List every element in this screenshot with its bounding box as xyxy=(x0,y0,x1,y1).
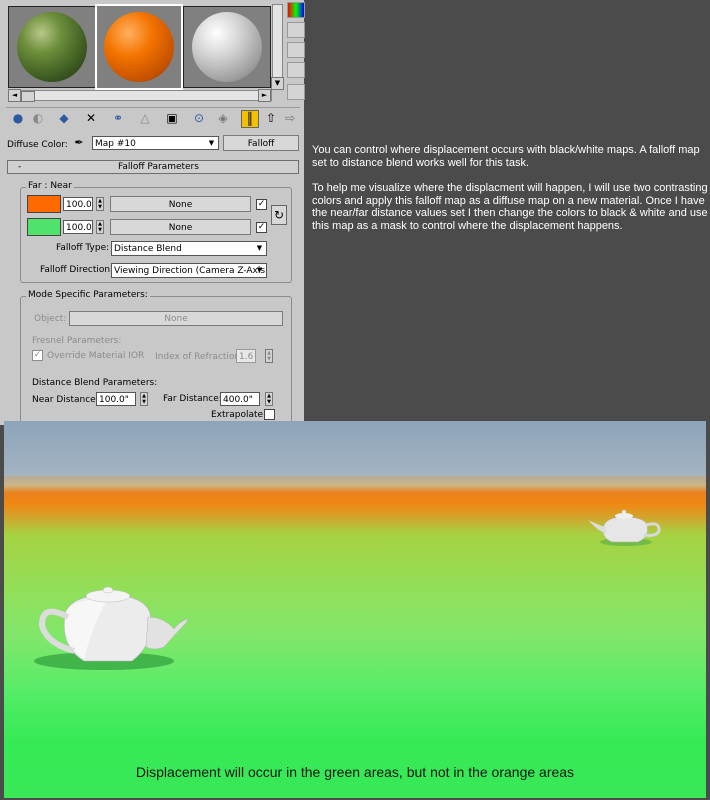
sample-slot-1[interactable] xyxy=(8,6,96,88)
map-name-dropdown-icon[interactable]: ▼ xyxy=(206,137,217,149)
extrapolate-label: Extrapolate xyxy=(211,410,264,420)
show-end-result-icon[interactable]: ║ xyxy=(241,110,259,128)
options-icon[interactable] xyxy=(287,62,305,78)
rollout-collapse-toggle[interactable]: - xyxy=(18,161,21,173)
far-distance-value: 400.0" xyxy=(223,395,253,405)
far-color-swatch[interactable] xyxy=(27,195,61,213)
diffuse-color-label: Diffuse Color: xyxy=(7,140,68,150)
swap-arrow-icon[interactable]: ↻ xyxy=(271,205,287,225)
put-to-scene-icon[interactable]: ◐ xyxy=(30,110,46,126)
orange-sphere-preview xyxy=(104,12,174,82)
falloff-direction-value: Viewing Direction (Camera Z-Axis) xyxy=(114,266,267,276)
ior-label: Index of Refraction xyxy=(155,352,241,362)
extrapolate-checkbox[interactable] xyxy=(264,409,275,420)
far-amount-field[interactable]: 100.0 xyxy=(63,197,93,211)
falloff-type-select[interactable]: Distance Blend xyxy=(111,241,267,256)
make-preview-icon[interactable] xyxy=(287,42,305,58)
distance-blend-label: Distance Blend Parameters: xyxy=(32,378,158,388)
material-effects-channel-icon[interactable]: ⊙ xyxy=(191,110,207,126)
show-map-in-viewport-icon[interactable]: ◈ xyxy=(215,110,231,126)
reset-map-icon[interactable]: ✕ xyxy=(83,110,99,126)
object-pick-button[interactable]: None xyxy=(69,311,283,326)
scroll-left-icon[interactable]: ◄ xyxy=(8,89,21,102)
rollout-title: Falloff Parameters xyxy=(118,162,199,172)
far-map-button[interactable]: None xyxy=(110,196,251,212)
falloff-type-label: Falloff Type: xyxy=(56,243,110,253)
teapots-svg xyxy=(34,510,661,670)
gray-sphere-preview xyxy=(192,12,262,82)
material-navigator-icon[interactable] xyxy=(287,84,305,100)
material-editor-panel: ▼ ◄ ► ● ◐ ◆ ✕ ⚭ △ ▣ ⊙ ◈ ║ ⇧ ⇨ Diffuse Co… xyxy=(0,0,305,433)
grass-sphere-preview xyxy=(17,12,87,82)
near-distance-value: 100.0" xyxy=(99,395,129,405)
near-distance-field[interactable]: 100.0" xyxy=(96,392,136,406)
description-paragraph-1: You can control where displacement occur… xyxy=(312,144,700,169)
ior-field[interactable]: 1.6 xyxy=(236,349,256,363)
make-unique-icon[interactable]: △ xyxy=(137,110,153,126)
map-name-value: Map #10 xyxy=(95,139,136,149)
near-distance-label: Near Distance: xyxy=(32,395,99,405)
render-preview-image: Displacement will occur in the green are… xyxy=(4,421,706,798)
ior-value: 1.6 xyxy=(239,352,254,362)
assign-to-selection-icon[interactable]: ◆ xyxy=(56,110,72,126)
scroll-down-icon[interactable]: ▼ xyxy=(271,77,284,90)
falloff-type-dropdown-icon[interactable]: ▼ xyxy=(254,242,265,254)
override-ior-label: Override Material IOR xyxy=(47,351,145,361)
object-label: Object: xyxy=(34,314,67,324)
pick-material-icon[interactable]: ✒ xyxy=(71,135,87,151)
near-teapot xyxy=(34,586,189,670)
render-caption: Displacement will occur in the green are… xyxy=(135,764,575,780)
far-distance-label: Far Distance: xyxy=(163,394,222,404)
map-type-button[interactable]: Falloff xyxy=(223,135,299,151)
far-distance-field[interactable]: 400.0" xyxy=(220,392,260,406)
mode-specific-label: Mode Specific Parameters: xyxy=(26,290,150,300)
falloff-type-value: Distance Blend xyxy=(114,244,182,254)
far-amount-spinner[interactable]: ▲ ▼ xyxy=(96,197,104,211)
description-paragraph-2: To help me visualize where the displacme… xyxy=(312,182,708,232)
description-text: You can control where displacement occur… xyxy=(312,144,708,245)
sample-slot-2[interactable] xyxy=(95,4,183,90)
far-distance-spinner[interactable]: ▲ ▼ xyxy=(265,392,273,406)
falloff-rollout-header[interactable]: - Falloff Parameters xyxy=(7,160,299,174)
near-distance-spinner[interactable]: ▲ ▼ xyxy=(140,392,148,406)
falloff-direction-label: Falloff Direction: xyxy=(40,265,114,275)
get-material-icon[interactable]: ● xyxy=(10,110,26,126)
near-amount-value: 100.0 xyxy=(66,223,92,233)
near-amount-field[interactable]: 100.0 xyxy=(63,220,93,234)
near-color-swatch[interactable] xyxy=(27,218,61,236)
falloff-direction-select[interactable]: Viewing Direction (Camera Z-Axis) xyxy=(111,263,267,278)
override-ior-checkbox[interactable]: ✓ xyxy=(32,350,43,361)
near-map-button[interactable]: None xyxy=(110,219,251,235)
falloff-direction-dropdown-icon[interactable]: ▼ xyxy=(254,264,265,276)
far-map-enabled-checkbox[interactable]: ✓ xyxy=(256,199,267,210)
fresnel-label: Fresnel Parameters: xyxy=(32,336,122,346)
background-toggle-icon[interactable] xyxy=(287,2,305,18)
copy-material-icon[interactable]: ⚭ xyxy=(110,110,126,126)
ior-spinner[interactable]: ▲ ▼ xyxy=(265,349,273,363)
video-check-icon[interactable] xyxy=(287,22,305,38)
sample-slot-3[interactable] xyxy=(183,6,271,88)
go-to-parent-icon[interactable]: ⇧ xyxy=(263,110,279,126)
put-to-library-icon[interactable]: ▣ xyxy=(164,110,180,126)
far-teapot xyxy=(588,510,661,546)
map-name-field[interactable]: Map #10 xyxy=(92,136,219,150)
near-map-enabled-checkbox[interactable]: ✓ xyxy=(256,222,267,233)
go-forward-to-sibling-icon[interactable]: ⇨ xyxy=(282,110,298,126)
near-amount-spinner[interactable]: ▲ ▼ xyxy=(96,220,104,234)
horizontal-scroll-thumb[interactable] xyxy=(21,91,35,102)
toolbar-divider xyxy=(6,107,300,108)
far-amount-value: 100.0 xyxy=(66,200,92,210)
far-near-label: Far : Near xyxy=(26,181,74,191)
slots-horizontal-scrollbar[interactable] xyxy=(8,90,272,101)
scroll-right-icon[interactable]: ► xyxy=(258,89,271,102)
